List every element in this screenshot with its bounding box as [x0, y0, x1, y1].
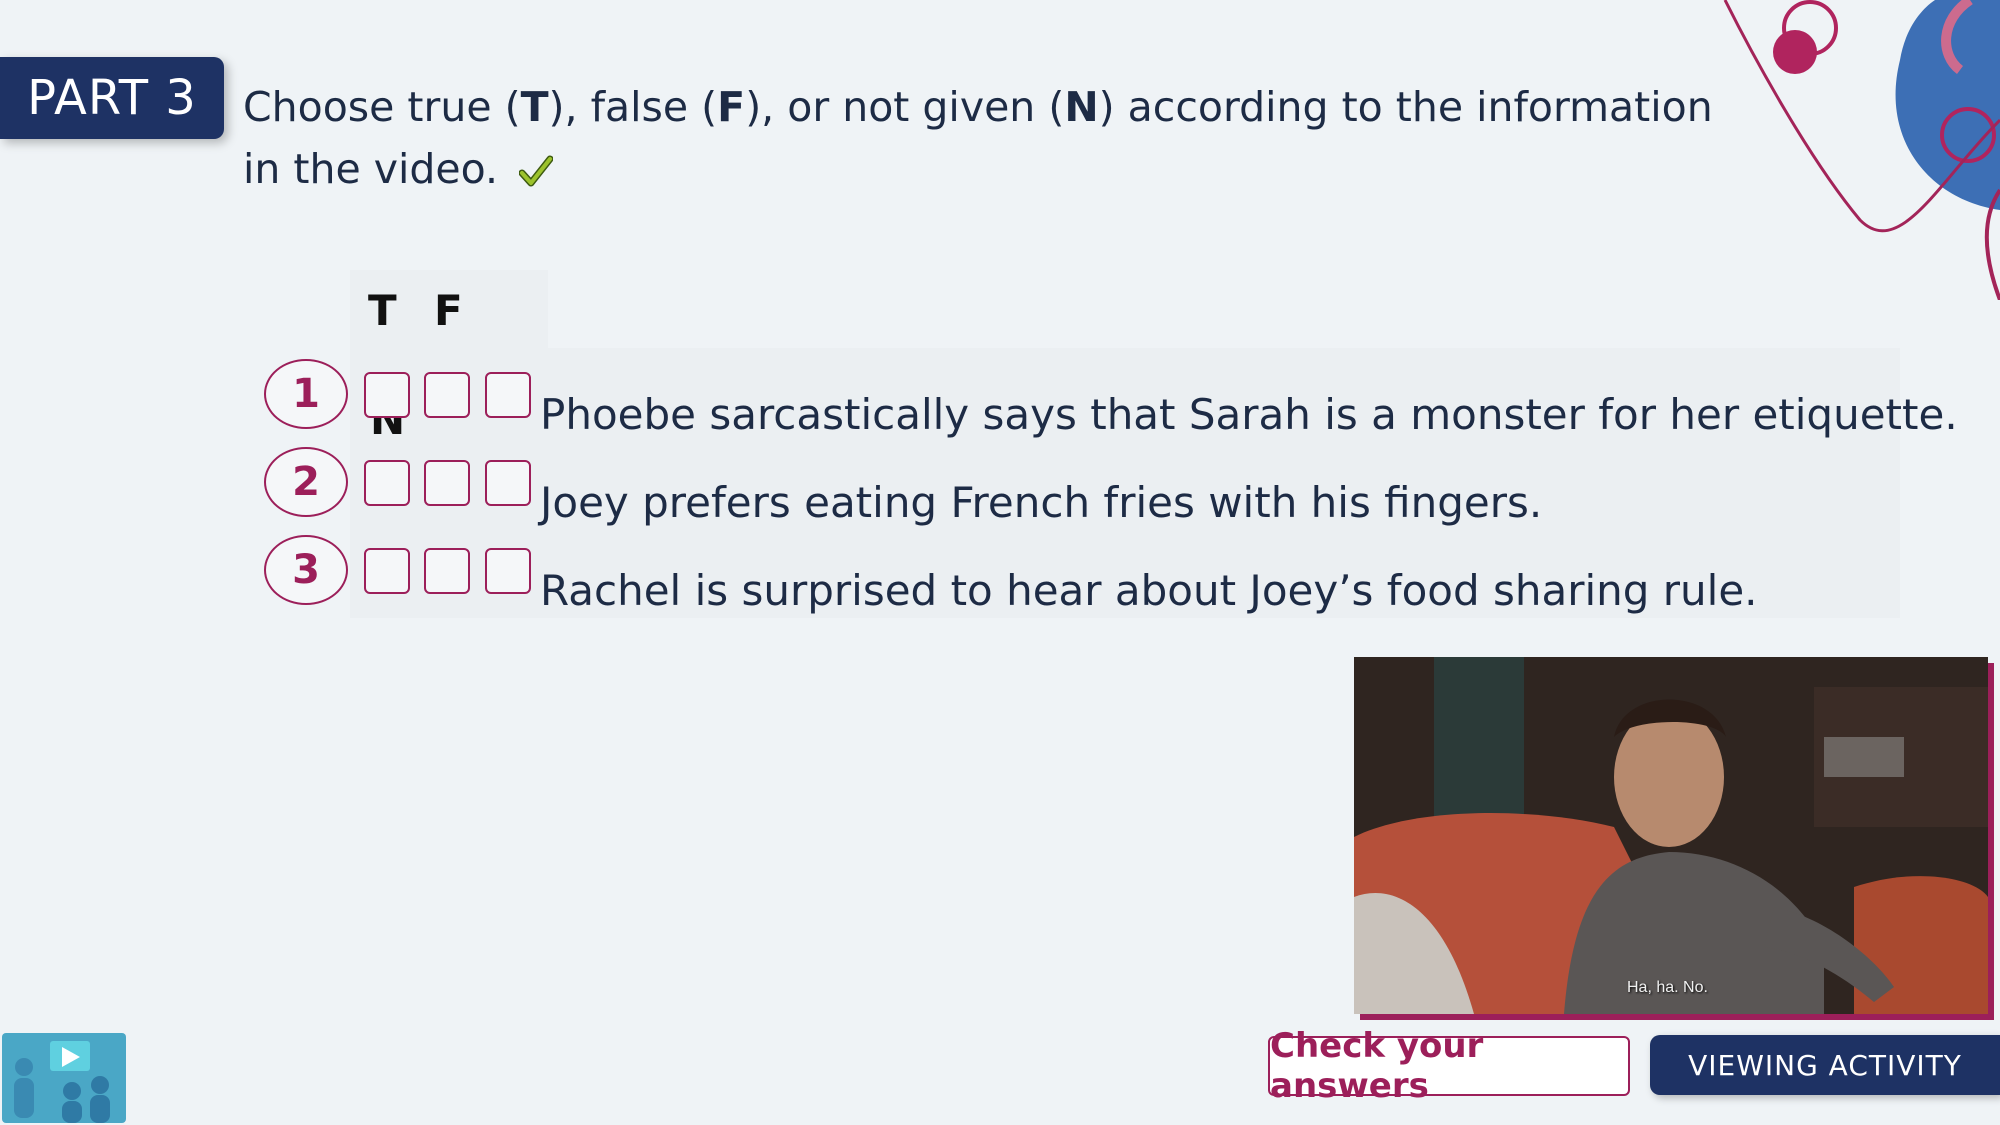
- q1-false-checkbox[interactable]: [424, 372, 470, 418]
- part-label: PART 3: [0, 57, 224, 139]
- q1-true-checkbox[interactable]: [364, 372, 410, 418]
- question-text-2: Joey prefers eating French fries with hi…: [540, 478, 1543, 527]
- q1-not-given-checkbox[interactable]: [485, 372, 531, 418]
- viewing-activity-button[interactable]: VIEWING ACTIVITY: [1650, 1035, 2000, 1095]
- decorative-corner: [1723, 0, 2000, 300]
- video-player[interactable]: Ha, ha. No.: [1354, 657, 1988, 1014]
- q3-true-checkbox[interactable]: [364, 548, 410, 594]
- question-text-3: Rachel is surprised to hear about Joey’s…: [540, 566, 1758, 615]
- q3-not-given-checkbox[interactable]: [485, 548, 531, 594]
- video-group-icon: [2, 1033, 126, 1123]
- instruction-text: Choose true (T), false (F), or not given…: [243, 83, 1713, 193]
- question-number-2: 2: [264, 447, 348, 517]
- q2-not-given-checkbox[interactable]: [485, 460, 531, 506]
- question-number-1: 1: [264, 359, 348, 429]
- checkmark-icon: [519, 155, 554, 187]
- video-subtitle: Ha, ha. No.: [1627, 979, 1708, 996]
- q2-true-checkbox[interactable]: [364, 460, 410, 506]
- video-frame-image: [1354, 657, 1988, 1014]
- column-header-false: F: [434, 286, 463, 335]
- q2-false-checkbox[interactable]: [424, 460, 470, 506]
- check-answers-button[interactable]: Check your answers: [1268, 1026, 1630, 1106]
- column-header-true: T: [368, 286, 397, 335]
- question-number-3: 3: [264, 535, 348, 605]
- question-text-1: Phoebe sarcastically says that Sarah is …: [540, 390, 1958, 439]
- q3-false-checkbox[interactable]: [424, 548, 470, 594]
